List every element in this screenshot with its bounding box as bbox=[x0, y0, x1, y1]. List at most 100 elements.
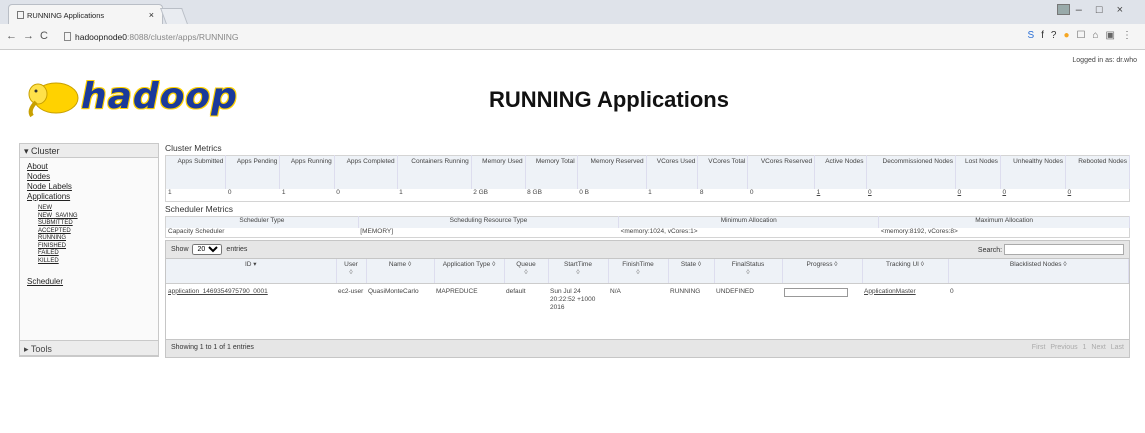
menu-icon[interactable]: ⋮ bbox=[1122, 30, 1139, 41]
cluster-metrics-header-row: Apps Submitted Apps Pending Apps Running… bbox=[165, 155, 1130, 190]
entries-label: entries bbox=[226, 246, 248, 253]
scheduler-value: Capacity Scheduler bbox=[168, 227, 225, 235]
page-icon bbox=[17, 11, 24, 19]
sidebar-state-accepted[interactable]: ACCEPTED bbox=[20, 228, 158, 236]
forward-button[interactable]: → bbox=[23, 30, 40, 42]
tab-close-icon[interactable]: × bbox=[149, 10, 154, 20]
sidebar-state-failed[interactable]: FAILED bbox=[20, 250, 158, 258]
col-blacklisted-nodes[interactable]: Blacklisted Nodes ◊ bbox=[948, 259, 1129, 284]
col-tracking-ui[interactable]: Tracking UI ◊ bbox=[862, 259, 949, 284]
metric-header: Lost Nodes bbox=[955, 155, 1001, 190]
sidebar-link-applications[interactable]: Applications bbox=[20, 192, 158, 202]
col-tracking-ui-label: Tracking UI bbox=[885, 261, 919, 268]
sidebar-link-node-labels[interactable]: Node Labels bbox=[20, 182, 158, 192]
col-final-status-label: FinalStatus bbox=[731, 261, 765, 268]
sort-icon: ◊ bbox=[576, 269, 580, 276]
scheduler-header: Minimum Allocation bbox=[618, 216, 880, 228]
tab-title: RUNNING Applications bbox=[27, 11, 105, 20]
next-page-button[interactable]: Next bbox=[1091, 344, 1105, 351]
metric-header: Apps Running bbox=[279, 155, 335, 190]
reload-button[interactable]: C bbox=[40, 30, 54, 42]
new-tab-button[interactable] bbox=[160, 8, 188, 24]
sidebar-state-new-saving[interactable]: NEW_SAVING bbox=[20, 213, 158, 221]
metric-header: VCores Total bbox=[697, 155, 749, 190]
first-page-button[interactable]: First bbox=[1032, 344, 1046, 351]
applications-table: ID ▾ User ◊ Name ◊ Application Type ◊ Que… bbox=[166, 259, 1129, 339]
col-name-label: Name bbox=[388, 261, 407, 268]
address-bar[interactable]: hadoopnode0:8088/cluster/apps/RUNNING bbox=[64, 27, 239, 42]
sidebar-state-finished[interactable]: FINISHED bbox=[20, 243, 158, 251]
col-finish-time[interactable]: FinishTime ◊ bbox=[608, 259, 669, 284]
metric-header: Apps Submitted bbox=[165, 155, 227, 190]
extension-icon[interactable]: ▣ bbox=[1106, 30, 1122, 41]
metric-value: 8 GB bbox=[527, 189, 542, 197]
browser-tab[interactable]: RUNNING Applications × bbox=[8, 4, 163, 24]
last-page-button[interactable]: Last bbox=[1111, 344, 1124, 351]
app-final-status: UNDEFINED bbox=[714, 283, 782, 339]
scheduler-value: <memory:8192, vCores:8> bbox=[880, 227, 958, 235]
entries-select[interactable]: 20 bbox=[192, 244, 223, 255]
app-id-link[interactable]: application_1469354975790_0001 bbox=[166, 283, 336, 339]
col-progress-label: Progress bbox=[806, 261, 833, 268]
sidebar-state-new[interactable]: NEW bbox=[20, 205, 158, 213]
sort-icon: ◊ bbox=[407, 261, 412, 268]
metric-value: 0 bbox=[336, 189, 340, 197]
sidebar-tools-header[interactable]: ▸ Tools bbox=[19, 340, 159, 356]
scheduler-value: [MEMORY] bbox=[360, 227, 394, 235]
datatable-toolbar: Show 20 entries Search: bbox=[166, 241, 1129, 259]
sidebar-cluster-header[interactable]: ▾ Cluster bbox=[20, 144, 158, 158]
browser-toolbar: ←→C hadoopnode0:8088/cluster/apps/RUNNIN… bbox=[0, 24, 1145, 50]
datatable-footer: Showing 1 to 1 of 1 entries First Previo… bbox=[166, 339, 1129, 357]
sidebar-link-nodes[interactable]: Nodes bbox=[20, 172, 158, 182]
col-final-status[interactable]: FinalStatus ◊ bbox=[714, 259, 783, 284]
minimize-button[interactable]: – bbox=[1076, 4, 1096, 16]
col-state-label: State bbox=[680, 261, 697, 268]
search-input[interactable] bbox=[1004, 244, 1124, 255]
profile-icon[interactable] bbox=[1056, 4, 1070, 15]
sidebar: ▾ Cluster About Nodes Node Labels Applic… bbox=[19, 143, 159, 357]
sort-icon: ▾ bbox=[253, 261, 257, 268]
col-app-type[interactable]: Application Type ◊ bbox=[434, 259, 505, 284]
decommissioned-nodes-link[interactable]: 0 bbox=[866, 189, 956, 201]
sidebar-link-about[interactable]: About bbox=[20, 162, 158, 172]
tracking-ui-link[interactable]: ApplicationMaster bbox=[862, 283, 948, 339]
page-1-button[interactable]: 1 bbox=[1083, 344, 1087, 351]
metric-header: Apps Completed bbox=[334, 155, 398, 190]
col-app-type-label: Application Type bbox=[442, 261, 491, 268]
col-user[interactable]: User ◊ bbox=[336, 259, 367, 284]
extension-icon[interactable]: ⌂ bbox=[1093, 30, 1106, 41]
extension-icon[interactable]: ● bbox=[1063, 30, 1076, 41]
metric-header: Memory Used bbox=[471, 155, 526, 190]
col-finish-time-label: FinishTime bbox=[622, 261, 654, 268]
apps-header-row: ID ▾ User ◊ Name ◊ Application Type ◊ Que… bbox=[166, 259, 1129, 284]
sidebar-state-running[interactable]: RUNNING bbox=[20, 235, 158, 243]
sort-icon: ◊ bbox=[524, 269, 528, 276]
maximize-button[interactable]: □ bbox=[1096, 4, 1117, 16]
active-nodes-link[interactable]: 1 bbox=[815, 189, 866, 201]
sort-icon: ◊ bbox=[746, 269, 750, 276]
col-start-time[interactable]: StartTime ◊ bbox=[548, 259, 609, 284]
metric-header: VCores Reserved bbox=[747, 155, 816, 190]
app-progress bbox=[782, 283, 862, 339]
close-button[interactable]: × bbox=[1117, 4, 1137, 16]
extension-icon[interactable]: f? bbox=[1041, 30, 1063, 41]
unhealthy-nodes-link[interactable]: 0 bbox=[1000, 189, 1065, 201]
sidebar-state-submitted[interactable]: SUBMITTED bbox=[20, 220, 158, 228]
rebooted-nodes-link[interactable]: 0 bbox=[1066, 189, 1130, 201]
sidebar-link-scheduler[interactable]: Scheduler bbox=[20, 277, 158, 286]
sort-icon: ◊ bbox=[697, 261, 702, 268]
col-queue[interactable]: Queue ◊ bbox=[504, 259, 549, 284]
url-host: hadoopnode0 bbox=[75, 32, 128, 42]
col-state[interactable]: State ◊ bbox=[668, 259, 715, 284]
previous-page-button[interactable]: Previous bbox=[1050, 344, 1077, 351]
extension-icon[interactable]: ☐ bbox=[1077, 30, 1093, 41]
col-progress[interactable]: Progress ◊ bbox=[782, 259, 863, 284]
col-name[interactable]: Name ◊ bbox=[366, 259, 435, 284]
sidebar-state-killed[interactable]: KILLED bbox=[20, 258, 158, 266]
hadoop-logo[interactable]: hadoop bbox=[24, 76, 237, 125]
logo-text: hadoop bbox=[81, 76, 238, 117]
col-id[interactable]: ID ▾ bbox=[166, 259, 337, 284]
lost-nodes-link[interactable]: 0 bbox=[956, 189, 1001, 201]
back-button[interactable]: ← bbox=[6, 30, 23, 42]
extension-icon[interactable]: S bbox=[1027, 30, 1041, 41]
